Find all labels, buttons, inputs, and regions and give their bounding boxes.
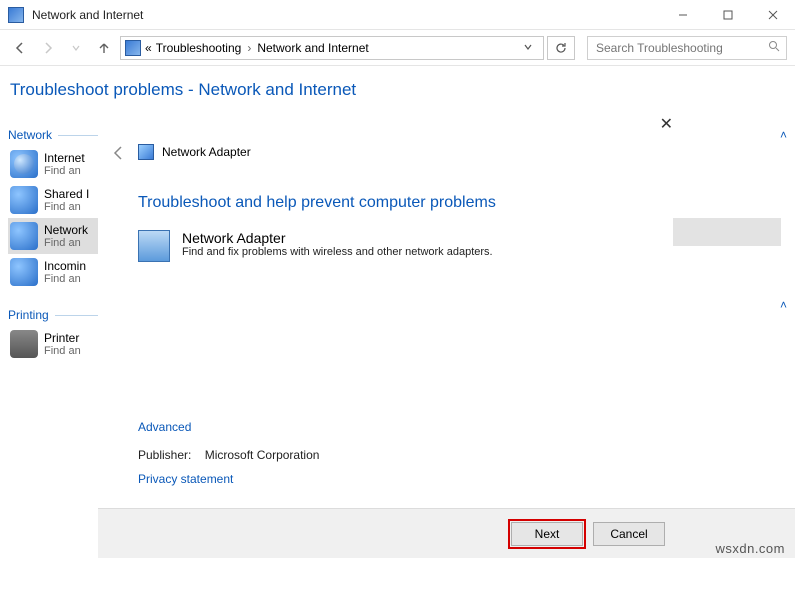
breadcrumb-troubleshooting[interactable]: Troubleshooting	[156, 41, 242, 55]
group-printing-label: Printing	[8, 308, 98, 322]
wizard-item-title: Network Adapter	[182, 230, 493, 246]
collapse-icon[interactable]: ˄	[780, 128, 787, 142]
wizard-item: Network Adapter Find and fix problems wi…	[138, 230, 493, 262]
sidebar-item-label: Incomin	[44, 259, 86, 273]
sidebar-item-desc: Find an	[44, 273, 86, 285]
wizard-item-desc: Find and fix problems with wireless and …	[182, 246, 493, 258]
adapter-icon	[138, 230, 170, 262]
privacy-link[interactable]: Privacy statement	[138, 472, 233, 486]
address-bar[interactable]: « Troubleshooting › Network and Internet	[120, 36, 544, 60]
sidebar-item-incoming[interactable]: Incomin Find an	[8, 254, 98, 290]
minimize-button[interactable]	[660, 0, 705, 30]
back-button[interactable]	[8, 36, 32, 60]
wizard-heading: Troubleshoot and help prevent computer p…	[138, 194, 496, 212]
globe-icon	[10, 150, 38, 178]
window-titlebar: Network and Internet	[0, 0, 795, 30]
publisher-value: Microsoft Corporation	[205, 448, 320, 462]
publisher-label: Publisher:	[138, 448, 191, 462]
sidebar-item-desc: Find an	[44, 237, 88, 249]
breadcrumb-sep-icon: ›	[247, 41, 251, 55]
toolbar: « Troubleshooting › Network and Internet	[0, 30, 795, 66]
sidebar-item-network-adapter[interactable]: Network Find an	[8, 218, 98, 254]
wizard-back-icon[interactable]	[110, 144, 128, 165]
refresh-button[interactable]	[547, 36, 575, 60]
search-box[interactable]	[587, 36, 787, 60]
adapter-icon	[10, 222, 38, 250]
sidebar-item-label: Printer	[44, 331, 81, 345]
publisher-row: Publisher: Microsoft Corporation	[138, 448, 319, 462]
sidebar-item-printer[interactable]: Printer Find an	[8, 326, 98, 362]
breadcrumb-network-internet[interactable]: Network and Internet	[257, 41, 368, 55]
next-button[interactable]: Next	[511, 522, 583, 546]
close-button[interactable]	[750, 0, 795, 30]
address-dropdown-icon[interactable]	[517, 41, 539, 55]
group-network-label: Network	[8, 128, 98, 142]
wizard-close-icon[interactable]: ✕	[660, 114, 673, 134]
printer-icon	[10, 330, 38, 358]
breadcrumb-prefix: «	[145, 41, 152, 55]
window-title: Network and Internet	[32, 8, 143, 22]
sidebar-item-internet[interactable]: Internet Find an	[8, 146, 98, 182]
folder-icon	[10, 186, 38, 214]
maximize-button[interactable]	[705, 0, 750, 30]
sidebar-item-label: Network	[44, 223, 88, 237]
address-icon	[125, 40, 141, 56]
search-icon	[768, 40, 780, 55]
recent-dropdown[interactable]	[64, 36, 88, 60]
adapter-icon	[138, 144, 154, 160]
search-input[interactable]	[594, 40, 768, 56]
sidebar-item-desc: Find an	[44, 201, 89, 213]
sidebar-item-label: Internet	[44, 151, 85, 165]
forward-button[interactable]	[36, 36, 60, 60]
scrollbar-placeholder	[673, 218, 781, 246]
wizard-title: Network Adapter	[162, 145, 251, 159]
wizard-title-row: Network Adapter	[138, 144, 251, 160]
cancel-button[interactable]: Cancel	[593, 522, 665, 546]
up-button[interactable]	[92, 36, 116, 60]
sidebar-item-desc: Find an	[44, 345, 81, 357]
collapse-icon[interactable]: ˄	[780, 298, 787, 312]
advanced-link[interactable]: Advanced	[138, 420, 191, 434]
sidebar-item-label: Shared I	[44, 187, 89, 201]
app-icon	[8, 7, 24, 23]
wizard-button-bar: Next Cancel	[98, 508, 795, 558]
incoming-icon	[10, 258, 38, 286]
sidebar-item-shared[interactable]: Shared I Find an	[8, 182, 98, 218]
sidebar-item-desc: Find an	[44, 165, 85, 177]
sidebar: Network Internet Find an Shared I Find a…	[0, 66, 98, 614]
troubleshooter-wizard: ✕ ˄ ˄ Network Adapter Troubleshoot and h…	[98, 104, 795, 562]
watermark: wsxdn.com	[715, 541, 785, 556]
